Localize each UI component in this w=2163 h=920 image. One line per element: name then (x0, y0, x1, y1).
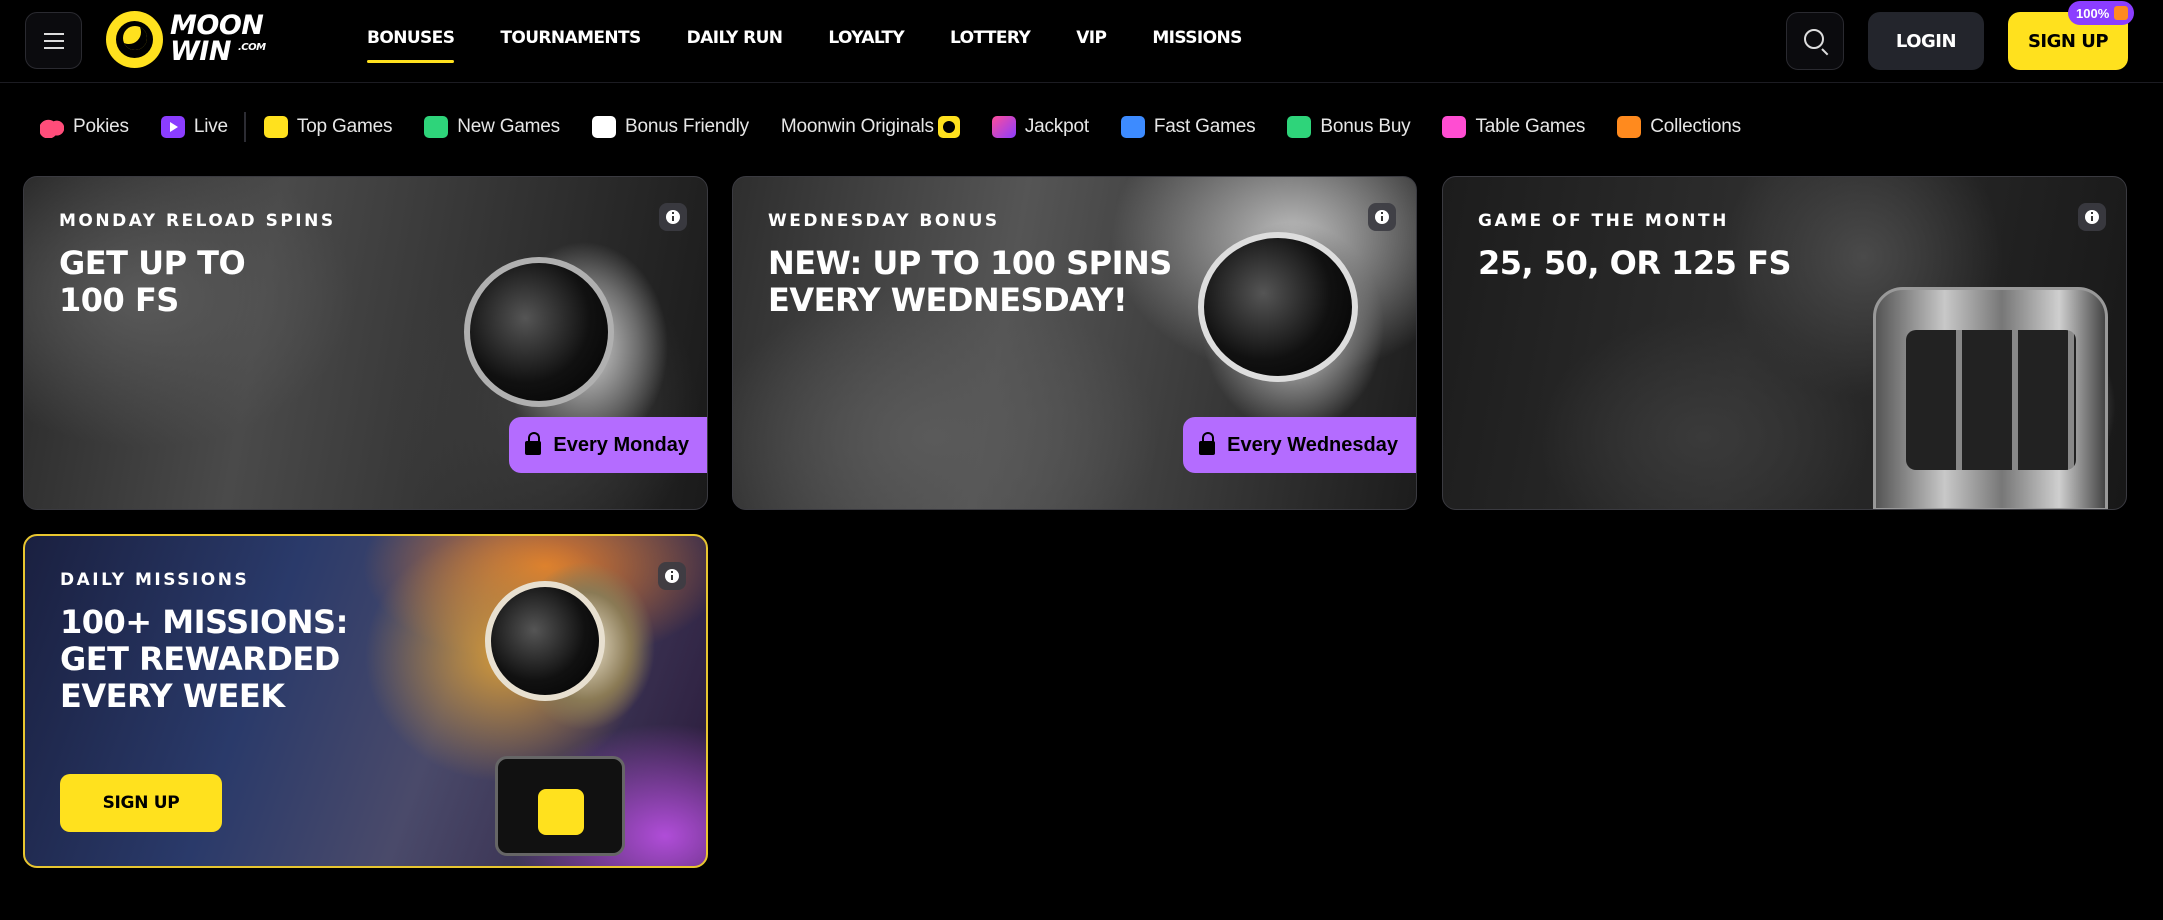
missions-signup-button[interactable]: SIGN UP (60, 774, 222, 832)
category-live[interactable]: Live (160, 116, 228, 138)
promo-card-monday-reload[interactable]: MONDAY RELOAD SPINS GET UP TO 100 FS Eve… (23, 176, 708, 510)
promo-headline-line: GET REWARDED (60, 640, 340, 678)
rocket-icon (1120, 116, 1145, 138)
promo-schedule-tag: Every Monday (509, 417, 707, 473)
moon-logo-icon (106, 11, 163, 68)
rocket-tablet-image (495, 756, 625, 856)
promo-card-daily-missions[interactable]: DAILY MISSIONS 100+ MISSIONS: GET REWARD… (23, 534, 708, 868)
category-bonus-friendly[interactable]: Bonus Friendly (591, 116, 749, 138)
nav-vip[interactable]: VIP (1076, 0, 1107, 83)
top-games-icon (263, 116, 288, 138)
logo-text-com: .COM (238, 42, 266, 53)
coins-icon (1287, 116, 1312, 138)
category-collections[interactable]: Collections (1617, 116, 1741, 138)
category-pokies[interactable]: Pokies (40, 116, 129, 138)
search-icon (1804, 29, 1824, 49)
category-label: Fast Games (1153, 116, 1256, 137)
promo-headline-line: 100+ MISSIONS: (60, 603, 348, 641)
promo-headline-line: 100 FS (59, 281, 179, 319)
category-label: Bonus Friendly (624, 116, 749, 137)
promo-tag-label: Every Monday (553, 433, 689, 456)
promo-headline: GET UP TO 100 FS (59, 245, 479, 319)
promo-headline: 25, 50, OR 125 FS (1478, 245, 1898, 282)
logo-wordmark: MOON WIN .COM (170, 12, 266, 65)
promo-card-game-of-the-month[interactable]: GAME OF THE MONTH 25, 50, OR 125 FS (1442, 176, 2127, 510)
jackpot-icon (991, 116, 1016, 138)
new-games-icon (424, 116, 449, 138)
category-jackpot[interactable]: Jackpot (991, 116, 1089, 138)
category-label: Collections (1650, 116, 1741, 137)
promo-tag-label: Every Wednesday (1227, 433, 1398, 456)
live-play-icon (160, 116, 185, 138)
category-divider (243, 112, 246, 142)
lock-icon (1199, 432, 1216, 455)
promo-headline-line: GET UP TO (59, 244, 246, 282)
hamburger-menu-button[interactable] (25, 12, 82, 69)
info-icon (2085, 210, 2099, 224)
collections-icon (1617, 116, 1642, 138)
nav-daily-run[interactable]: DAILY RUN (687, 0, 783, 83)
category-label: New Games (457, 116, 560, 137)
category-label: Pokies (73, 116, 129, 137)
nav-missions[interactable]: MISSIONS (1152, 0, 1242, 83)
chip-icon (1442, 116, 1467, 138)
category-moonwin-originals[interactable]: Moonwin Originals (781, 116, 960, 138)
promo-card-wednesday-bonus[interactable]: WEDNESDAY BONUS NEW: UP TO 100 SPINS EVE… (732, 176, 1417, 510)
main-nav: BONUSES TOURNAMENTS DAILY RUN LOYALTY LO… (367, 0, 1288, 83)
info-icon (665, 569, 679, 583)
info-button[interactable] (659, 203, 687, 231)
top-header: MOON WIN .COM BONUSES TOURNAMENTS DAILY … (0, 0, 2163, 83)
login-button[interactable]: LOGIN (1868, 12, 1984, 70)
category-label: Bonus Buy (1320, 116, 1411, 137)
search-icon-handle (1821, 48, 1829, 56)
signup-badge-text: 100% (2076, 5, 2110, 21)
moonwin-logo-icon (937, 116, 960, 138)
info-button[interactable] (2078, 203, 2106, 231)
promo-overline: MONDAY RELOAD SPINS (59, 211, 336, 231)
moonwin-logo[interactable]: MOON WIN .COM (106, 11, 276, 71)
lock-icon (525, 432, 542, 455)
promo-headline-line: EVERY WEDNESDAY! (768, 281, 1128, 319)
category-label: Live (193, 116, 228, 137)
info-button[interactable] (1368, 203, 1396, 231)
category-fast-games[interactable]: Fast Games (1120, 116, 1256, 138)
category-top-games[interactable]: Top Games (263, 116, 393, 138)
astronaut-image (485, 581, 605, 701)
gift-icon (2114, 6, 2128, 20)
slot-machine-image (1873, 287, 2108, 509)
category-label: Moonwin Originals (780, 116, 934, 137)
promo-schedule-tag: Every Wednesday (1183, 417, 1416, 473)
promo-overline: WEDNESDAY BONUS (768, 211, 1000, 231)
bonus-friendly-icon (591, 116, 616, 138)
category-new-games[interactable]: New Games (424, 116, 560, 138)
category-label: Top Games (296, 116, 393, 137)
promo-overline: DAILY MISSIONS (60, 570, 250, 590)
nav-lottery[interactable]: LOTTERY (950, 0, 1031, 83)
nav-tournaments[interactable]: TOURNAMENTS (500, 0, 641, 83)
promo-headline-line: NEW: UP TO 100 SPINS (768, 244, 1172, 282)
signup-bonus-badge: 100% (2068, 1, 2134, 25)
astronaut-image (464, 257, 614, 407)
game-category-bar: Pokies Live Top Games New Games Bonus Fr… (0, 106, 1773, 148)
nav-bonuses[interactable]: BONUSES (367, 0, 455, 83)
hamburger-icon (43, 32, 64, 49)
promo-overline: GAME OF THE MONTH (1478, 211, 1729, 231)
category-label: Jackpot (1024, 116, 1089, 137)
category-label: Table Games (1475, 116, 1586, 137)
category-table-games[interactable]: Table Games (1442, 116, 1585, 138)
promo-headline: 100+ MISSIONS: GET REWARDED EVERY WEEK (60, 604, 480, 715)
search-button[interactable] (1786, 12, 1844, 70)
astronaut-image (1198, 232, 1358, 382)
promo-headline: NEW: UP TO 100 SPINS EVERY WEDNESDAY! (768, 245, 1188, 319)
info-icon (1375, 210, 1389, 224)
info-button[interactable] (658, 562, 686, 590)
promo-headline-line: EVERY WEEK (60, 677, 285, 715)
category-bonus-buy[interactable]: Bonus Buy (1287, 116, 1411, 138)
info-icon (666, 210, 680, 224)
cherries-icon (40, 116, 64, 138)
promo-headline-line: 25, 50, OR 125 FS (1478, 244, 1791, 282)
nav-loyalty[interactable]: LOYALTY (828, 0, 904, 83)
